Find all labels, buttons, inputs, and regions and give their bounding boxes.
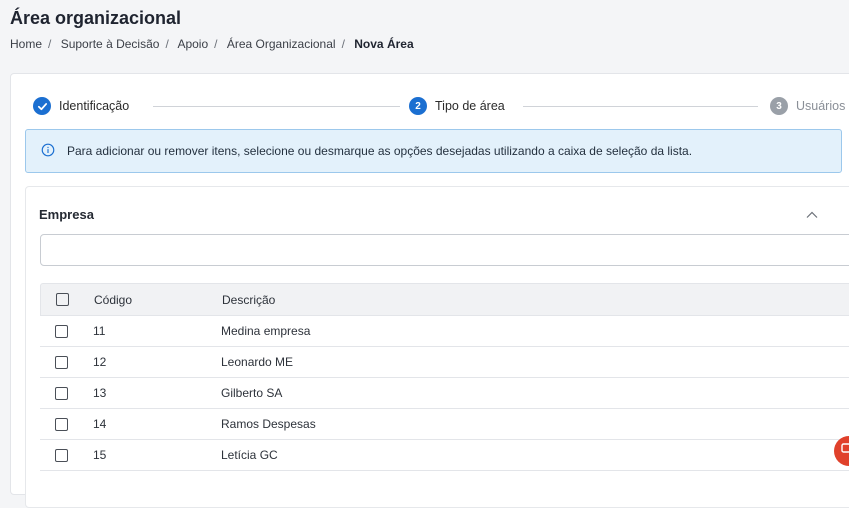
- info-message: Para adicionar ou remover itens, selecio…: [67, 144, 693, 158]
- cell-codigo: 14: [93, 417, 107, 431]
- step-identificacao[interactable]: Identificação: [33, 94, 129, 118]
- breadcrumb-item-area[interactable]: Área Organizacional: [227, 37, 336, 51]
- step-label: Usuários: [796, 99, 846, 113]
- cell-descricao: Medina empresa: [221, 324, 311, 338]
- table-row[interactable]: 15 Letícia GC: [40, 440, 849, 471]
- cell-codigo: 12: [93, 355, 107, 369]
- chevron-up-icon[interactable]: [804, 207, 820, 223]
- table-row[interactable]: 13 Gilberto SA: [40, 378, 849, 409]
- table-row[interactable]: 11 Medina empresa: [40, 316, 849, 347]
- cell-descricao: Ramos Despesas: [221, 417, 316, 431]
- empresa-table: Código Descrição 11 Medina empresa 12 Le…: [40, 283, 849, 471]
- cell-codigo: 13: [93, 386, 107, 400]
- select-all-checkbox[interactable]: [56, 293, 69, 306]
- step-number: 2: [409, 97, 427, 115]
- info-icon: [26, 143, 67, 160]
- cell-codigo: 15: [93, 448, 107, 462]
- breadcrumb-item-home[interactable]: Home: [10, 37, 42, 51]
- breadcrumb-current: Nova Área: [354, 37, 414, 51]
- row-checkbox[interactable]: [55, 417, 68, 431]
- step-number: 3: [770, 97, 788, 115]
- cell-descricao: Leonardo ME: [221, 355, 294, 369]
- page-title: Área organizacional: [10, 8, 182, 28]
- step-label: Tipo de área: [435, 99, 505, 113]
- search-input[interactable]: [40, 234, 849, 266]
- step-connector: [153, 106, 400, 107]
- wizard-card: Identificação 2 Tipo de área 3 Usuários …: [10, 73, 849, 508]
- empresa-section: Empresa Código Descrição 11 Medina empre…: [25, 186, 849, 508]
- check-icon: [33, 97, 51, 115]
- row-checkbox[interactable]: [55, 324, 68, 338]
- table-header: Código Descrição: [40, 283, 849, 316]
- info-alert: Para adicionar ou remover itens, selecio…: [25, 129, 842, 173]
- stepper: Identificação 2 Tipo de área 3 Usuários: [33, 94, 845, 118]
- breadcrumb-item-suporte[interactable]: Suporte à Decisão: [61, 37, 160, 51]
- cell-descricao: Gilberto SA: [221, 386, 283, 400]
- column-header-descricao[interactable]: Descrição: [222, 293, 275, 307]
- step-label: Identificação: [59, 99, 130, 113]
- row-checkbox[interactable]: [55, 448, 68, 462]
- step-usuarios[interactable]: 3 Usuários: [770, 94, 845, 118]
- step-tipo-de-area[interactable]: 2 Tipo de área: [409, 94, 505, 118]
- breadcrumb: Home / Suporte à Decisão / Apoio / Área Org…: [10, 37, 414, 51]
- table-row[interactable]: 12 Leonardo ME: [40, 347, 849, 378]
- breadcrumb-item-apoio[interactable]: Apoio: [177, 37, 208, 51]
- section-title: Empresa: [39, 207, 94, 222]
- cell-codigo: 11: [93, 324, 106, 338]
- table-row[interactable]: 14 Ramos Despesas: [40, 409, 849, 440]
- cell-descricao: Letícia GC: [221, 448, 278, 462]
- step-connector: [523, 106, 758, 107]
- chat-icon: [841, 442, 849, 460]
- row-checkbox[interactable]: [55, 386, 68, 400]
- column-header-codigo[interactable]: Código: [94, 293, 132, 307]
- row-checkbox[interactable]: [55, 355, 68, 369]
